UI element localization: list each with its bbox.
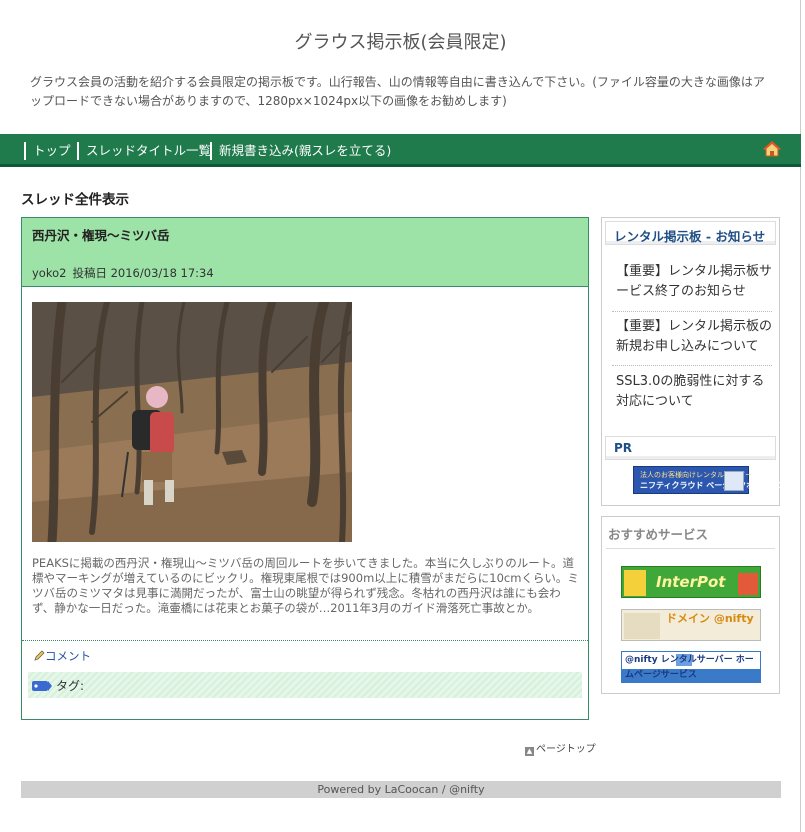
homepage-service-banner[interactable]: @nifty レンタルサーバー ホームページサービス — [621, 651, 761, 683]
site-title: グラウス掲示板(会員限定) — [294, 32, 507, 53]
pr-heading: PR — [614, 441, 633, 455]
recommend-heading: おすすめサービス — [608, 527, 709, 542]
tag-bar: タグ: — [28, 672, 582, 698]
nav-bar: トップ スレッドタイトル一覧 新規書き込み(親スレを立てる) — [0, 134, 801, 167]
notice-link-service-end[interactable]: 【重要】レンタル掲示板サービス終了のお知らせ — [616, 262, 774, 302]
pr-hosting-banner[interactable]: 法人のお客様向けレンタルサーバー ニフティクラウド ベーシックホスティング — [633, 466, 794, 494]
notice-separator — [612, 365, 772, 366]
sidebar-recommend-box: おすすめサービス InterPot ドメイン @nifty @nifty レンタ… — [601, 516, 780, 694]
thread-meta: yoko2 投稿日 2016/03/18 17:34 — [32, 265, 214, 281]
domain-text: ドメイン @nifty — [666, 612, 754, 625]
notice-heading: レンタル掲示板 - お知らせ — [614, 229, 766, 244]
domain-banner[interactable]: ドメイン @nifty — [621, 609, 761, 641]
server-box-icon — [724, 471, 744, 491]
page-top-label: ページトップ — [536, 744, 596, 755]
arrow-up-icon: ▲ — [525, 747, 534, 756]
section-heading: スレッド全件表示 — [21, 192, 129, 208]
homepage-service-text: @nifty レンタルサーバー ホームページサービス — [625, 655, 754, 680]
post-date: 投稿日 2016/03/18 17:34 — [72, 266, 214, 280]
hiker-forest-photo — [32, 302, 352, 542]
sidebar-notice-box: レンタル掲示板 - お知らせ 【重要】レンタル掲示板サービス終了のお知らせ 【重… — [601, 217, 794, 506]
pencil-icon — [34, 650, 45, 661]
notice-link-new-signup[interactable]: 【重要】レンタル掲示板の新規お申し込みについて — [616, 317, 774, 357]
comment-link[interactable]: コメント — [34, 648, 91, 664]
nav-item-thread-list[interactable]: スレッドタイトル一覧 — [77, 142, 211, 160]
tag-icon — [32, 681, 52, 691]
interpot-text: InterPot — [656, 573, 726, 591]
footer: Powered by LaCoocan / @nifty — [21, 781, 781, 798]
thread-title[interactable]: 西丹沢・権現～ミツバ岳 — [32, 225, 170, 244]
recommend-rule — [606, 548, 775, 549]
tag-label: タグ: — [56, 679, 85, 693]
nav-item-new-post[interactable]: 新規書き込み(親スレを立てる) — [210, 142, 391, 160]
notice-link-ssl[interactable]: SSL3.0の脆弱性に対する対応について — [616, 372, 774, 412]
post-body: PEAKSに掲載の西丹沢・権現山～ミツバ岳の周回ルートを歩いてきました。本当に久… — [32, 556, 579, 615]
thread-header: 西丹沢・権現～ミツバ岳 yoko2 投稿日 2016/03/18 17:34 — [22, 218, 588, 287]
page-top-link[interactable]: ▲ ページトップ — [525, 740, 596, 756]
thread-post: 西丹沢・権現～ミツバ岳 yoko2 投稿日 2016/03/18 17:34 P… — [21, 217, 589, 720]
notice-heading-box: レンタル掲示板 - お知らせ — [605, 221, 776, 245]
home-icon[interactable] — [763, 141, 781, 157]
site-description: グラウス会員の活動を紹介する会員限定の掲示板です。山行報告、山の情報等自由に書き… — [30, 75, 765, 108]
pr-banner-line2: ニフティクラウド ベーシックホスティング — [640, 481, 794, 490]
comment-label: コメント — [45, 649, 91, 663]
interpot-banner[interactable]: InterPot — [621, 566, 761, 598]
author-name: yoko2 — [32, 266, 67, 280]
notice-separator — [612, 311, 772, 312]
pr-heading-box: PR — [605, 436, 776, 460]
nav-item-top[interactable]: トップ — [24, 142, 71, 160]
post-divider — [22, 640, 588, 641]
post-photo[interactable] — [32, 302, 352, 542]
